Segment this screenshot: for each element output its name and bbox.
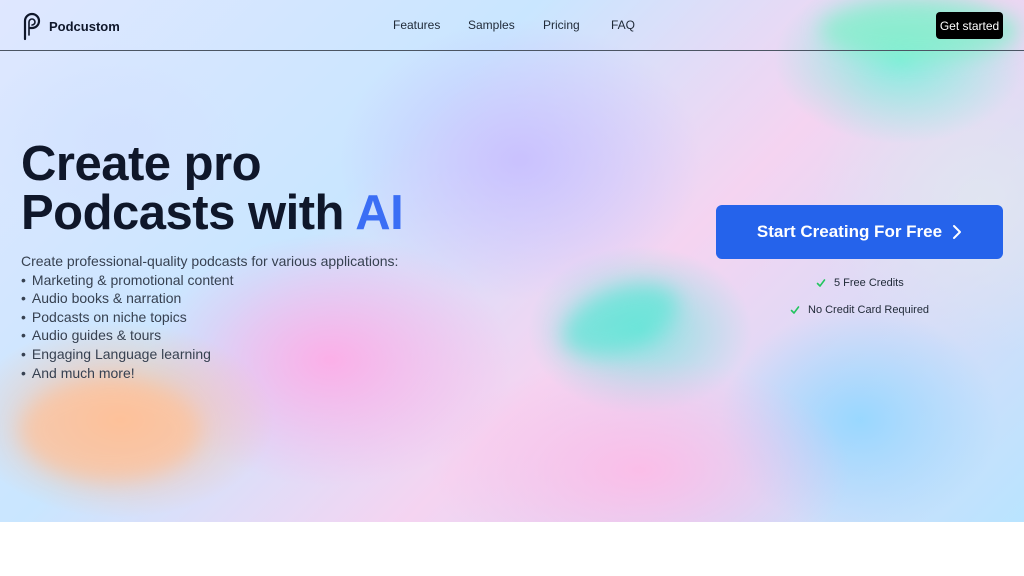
list-item: Podcasts on niche topics — [21, 308, 398, 327]
intro-text: Create professional-quality podcasts for… — [21, 253, 399, 269]
nav-link-faq[interactable]: FAQ — [611, 18, 635, 32]
top-nav: Podcustom Features Samples Pricing FAQ G… — [0, 0, 1024, 51]
perk-free-credits: 5 Free Credits — [816, 277, 904, 289]
perk-label: 5 Free Credits — [834, 277, 904, 289]
list-item: Marketing & promotional content — [21, 271, 398, 290]
podcustom-logo-icon — [23, 12, 41, 41]
brand-name: Podcustom — [49, 18, 120, 34]
list-item: Engaging Language learning — [21, 345, 398, 364]
brand-logo[interactable]: Podcustom — [21, 11, 120, 41]
decor-blob — [20, 380, 200, 480]
headline-line-1: Create pro — [21, 137, 262, 191]
nav-link-samples[interactable]: Samples — [468, 18, 515, 32]
decor-blob — [553, 271, 687, 369]
use-case-list: Marketing & promotional content Audio bo… — [21, 271, 398, 383]
list-item: Audio guides & tours — [21, 326, 398, 345]
nav-link-features[interactable]: Features — [393, 18, 440, 32]
nav-link-pricing[interactable]: Pricing — [543, 18, 580, 32]
headline-accent: AI — [355, 186, 404, 240]
get-started-button[interactable]: Get started — [936, 12, 1003, 39]
list-item: And much more! — [21, 364, 398, 383]
headline-line-2: Podcasts with — [21, 186, 356, 240]
perk-label: No Credit Card Required — [808, 304, 930, 316]
list-item: Audio books & narration — [21, 289, 398, 308]
hero-description: Create professional-quality podcasts for… — [21, 252, 398, 382]
chevron-right-icon — [953, 225, 962, 239]
hero-headline: Create pro Podcasts with AI — [21, 137, 404, 240]
start-creating-button[interactable]: Start Creating For Free — [716, 205, 1003, 259]
check-icon — [816, 279, 826, 287]
perk-no-card: No Credit Card Required — [790, 304, 929, 316]
start-creating-label: Start Creating For Free — [756, 222, 943, 241]
check-icon — [790, 306, 800, 314]
